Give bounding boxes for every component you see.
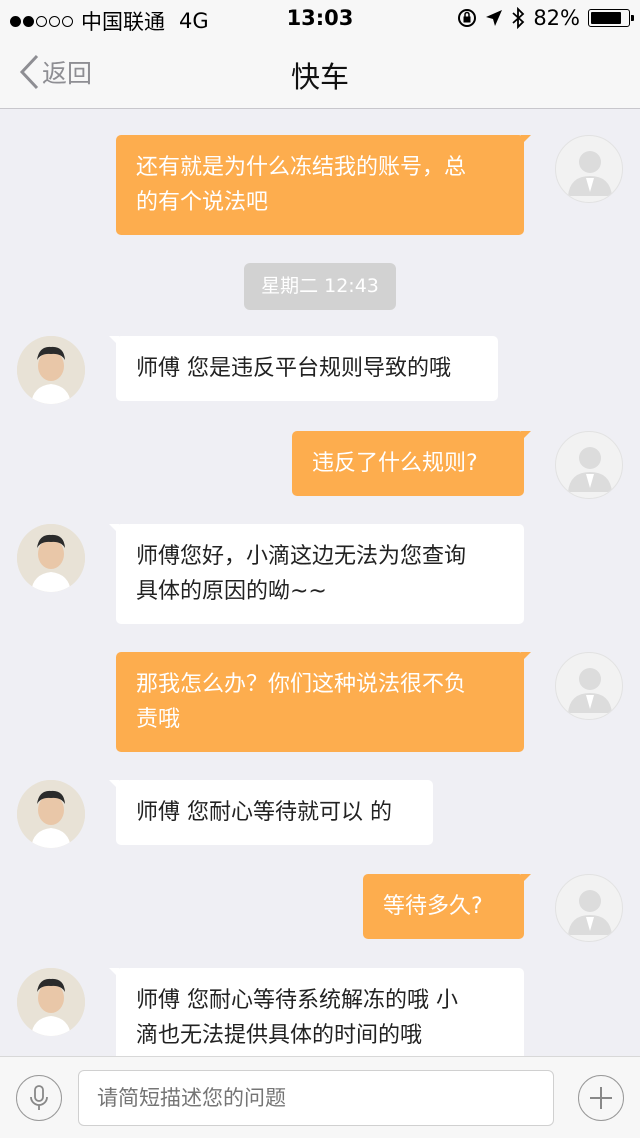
agent-photo-icon [17, 968, 85, 1036]
message-bubble-outgoing[interactable]: 等待多久? [363, 874, 531, 939]
navigation-bar: 返回 快车 [0, 36, 640, 109]
status-right: 82% [457, 6, 634, 30]
agent-avatar[interactable] [17, 968, 85, 1036]
agent-photo-icon [17, 524, 85, 592]
default-avatar-icon [568, 151, 612, 196]
more-options-button[interactable] [578, 1075, 624, 1121]
message-line: 违反了什么规则? [312, 451, 478, 476]
message-input[interactable] [78, 1070, 554, 1126]
agent-avatar[interactable] [17, 780, 85, 848]
message-bubble-incoming[interactable]: 师傅 您是违反平台规则导致的哦 [109, 336, 498, 401]
message-bubble-outgoing[interactable]: 那我怎么办？你们这种说法很不负 责哦 [116, 652, 531, 752]
plus-icon [590, 1087, 612, 1109]
message-line: 的有个说法吧 [136, 190, 269, 215]
user-avatar[interactable] [555, 874, 623, 942]
agent-avatar[interactable] [17, 524, 85, 592]
user-avatar[interactable] [555, 431, 623, 499]
message-bubble-incoming[interactable]: 师傅 您耐心等待就可以 的 [109, 780, 433, 845]
message-line: 滴也无法提供具体的时间的哦 [136, 1023, 423, 1048]
message-bubble-outgoing[interactable]: 违反了什么规则? [292, 431, 531, 496]
message-line: 那我怎么办？你们这种说法很不负 [136, 672, 467, 697]
message-input-bar [0, 1056, 640, 1138]
bluetooth-icon [512, 7, 525, 29]
agent-photo-icon [17, 780, 85, 848]
user-avatar[interactable] [555, 135, 623, 203]
message-line: 师傅 您是违反平台规则导致的哦 [136, 356, 451, 381]
timestamp-badge: 星期二 12:43 [244, 263, 396, 310]
default-avatar-icon [568, 668, 612, 713]
battery-percent: 82% [533, 6, 580, 30]
message-line: 还有就是为什么冻结我的账号，总 [136, 155, 467, 180]
user-avatar[interactable] [555, 652, 623, 720]
chat-message-list[interactable]: 还有就是为什么冻结我的账号，总 的有个说法吧 星期二 12:43 师傅 您是违反… [0, 110, 640, 1056]
agent-avatar[interactable] [17, 336, 85, 404]
voice-input-button[interactable] [16, 1075, 62, 1121]
rotation-lock-icon [458, 9, 477, 27]
location-icon [486, 10, 503, 26]
message-line: 等待多久? [383, 894, 483, 919]
agent-photo-icon [17, 336, 85, 404]
message-line: 责哦 [136, 707, 181, 732]
microphone-icon [30, 1085, 48, 1110]
default-avatar-icon [568, 447, 612, 492]
message-line: 师傅 您耐心等待就可以 的 [136, 800, 392, 825]
default-avatar-icon [568, 890, 612, 935]
message-line: 具体的原因的呦~~ [136, 579, 327, 604]
message-line: 师傅您好，小滴这边无法为您查询 [136, 544, 467, 569]
message-bubble-incoming[interactable]: 师傅 您耐心等待系统解冻的哦 小 滴也无法提供具体的时间的哦 [109, 968, 524, 1056]
battery-icon [588, 9, 634, 27]
message-bubble-outgoing[interactable]: 还有就是为什么冻结我的账号，总 的有个说法吧 [116, 135, 531, 235]
status-bar: 中国联通 4G 13:03 82% [0, 0, 640, 36]
page-title: 快车 [290, 60, 349, 94]
message-line: 师傅 您耐心等待系统解冻的哦 小 [136, 988, 458, 1013]
message-bubble-incoming[interactable]: 师傅您好，小滴这边无法为您查询 具体的原因的呦~~ [109, 524, 524, 624]
